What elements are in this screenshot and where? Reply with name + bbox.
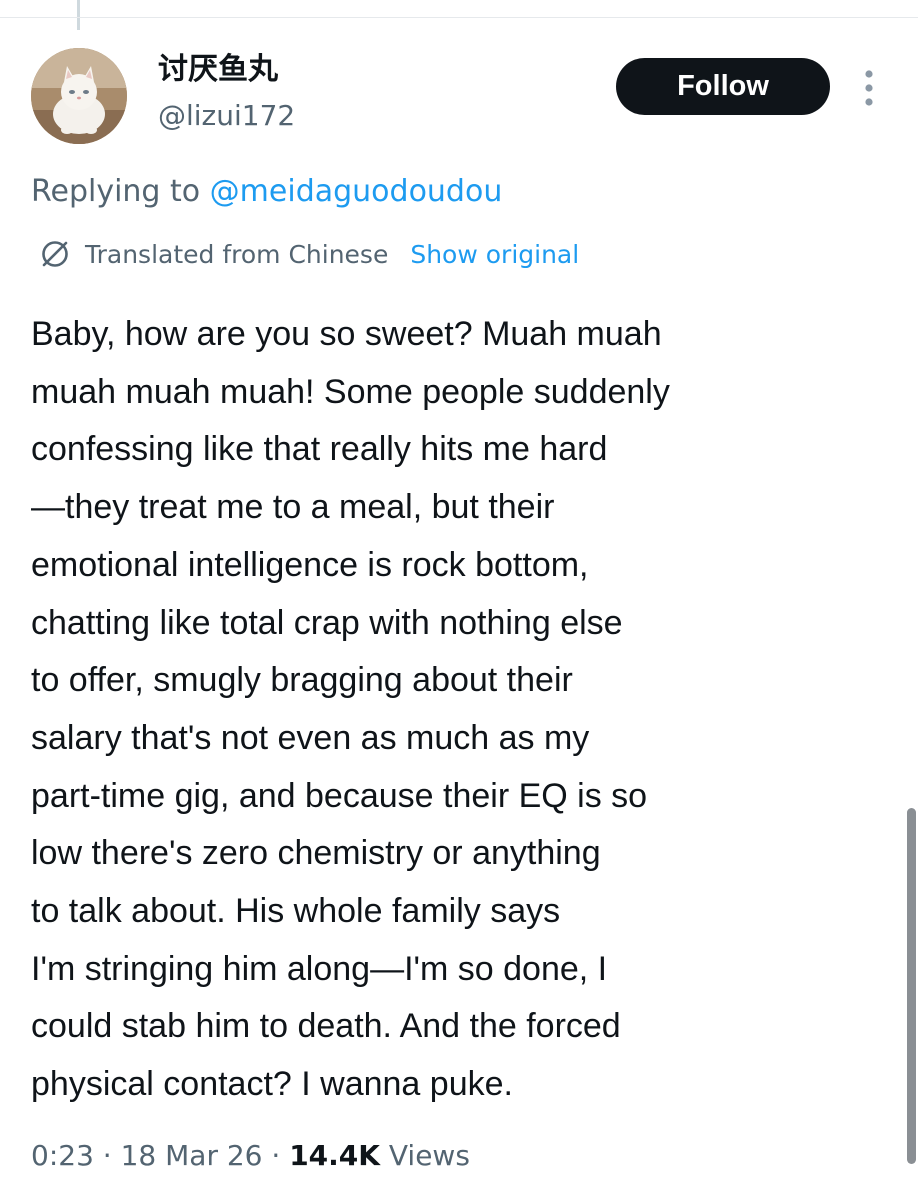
translate-icon — [42, 241, 68, 267]
tweet-body-line: salary that's not even as much as my — [31, 718, 590, 757]
tweet-body-line: physical contact? I wanna puke. — [31, 1065, 513, 1104]
tweet-body: Baby, how are you so sweet? Muah muah mua… — [31, 306, 901, 1114]
meta-separator: · — [93, 1139, 121, 1172]
tweet-body-line: low there's zero chemistry or anything — [31, 834, 601, 873]
tweet-body-line: I'm stringing him along—I'm so done, I — [31, 949, 608, 988]
tweet-body-line: could stab him to death. And the forced — [31, 1007, 621, 1046]
tweet-body-line: part-time gig, and because their EQ is s… — [31, 776, 648, 815]
author-handle[interactable]: @lizui172 — [158, 96, 295, 136]
more-vertical-icon[interactable] — [858, 68, 880, 108]
tweet-body-line: chatting like total crap with nothing el… — [31, 603, 623, 642]
replying-to-line: Replying to @meidaguodoudou — [31, 170, 502, 214]
tweet-body-line: to talk about. His whole family says — [31, 892, 561, 931]
replying-to-label: Replying to — [31, 174, 210, 209]
author-display-name[interactable]: 讨厌鱼丸 — [158, 50, 278, 90]
tweet-time[interactable]: 0:23 — [31, 1139, 94, 1172]
tweet-date[interactable]: 18 Mar 26 — [121, 1139, 263, 1172]
tweet-body-line: to offer, smugly bragging about their — [31, 661, 573, 700]
follow-button[interactable]: Follow — [616, 58, 830, 115]
meta-separator: · — [262, 1139, 290, 1172]
views-label: Views — [379, 1139, 470, 1172]
divider — [0, 17, 918, 18]
tweet-body-line: Baby, how are you so sweet? Muah muah — [31, 315, 662, 353]
tweet-body-line: —they treat me to a meal, but their — [31, 488, 555, 527]
scrollbar-thumb[interactable] — [907, 808, 916, 1164]
translated-label: Translated from Chinese — [85, 239, 389, 269]
tweet-body-line: muah muah muah! Some people suddenly — [31, 372, 670, 411]
tweet-body-line: emotional intelligence is rock bottom, — [31, 545, 589, 584]
replying-to-mention-link[interactable]: @meidaguodoudou — [210, 174, 503, 209]
tweet-meta: 0:23 · 18 Mar 26 · 14.4K Views — [31, 1134, 470, 1178]
tweet-detail-view: 讨厌鱼丸 @lizui172 Follow Replying to @meida… — [0, 0, 918, 1199]
views-count[interactable]: 14.4K — [289, 1139, 380, 1172]
author-avatar[interactable] — [31, 48, 127, 144]
show-original-link[interactable]: Show original — [410, 240, 579, 269]
translation-notice: Translated from Chinese Show original — [38, 234, 579, 274]
tweet-body-line: confessing like that really hits me hard — [31, 430, 608, 469]
thread-connector-line — [77, 0, 80, 30]
cat-avatar-icon — [31, 48, 127, 144]
